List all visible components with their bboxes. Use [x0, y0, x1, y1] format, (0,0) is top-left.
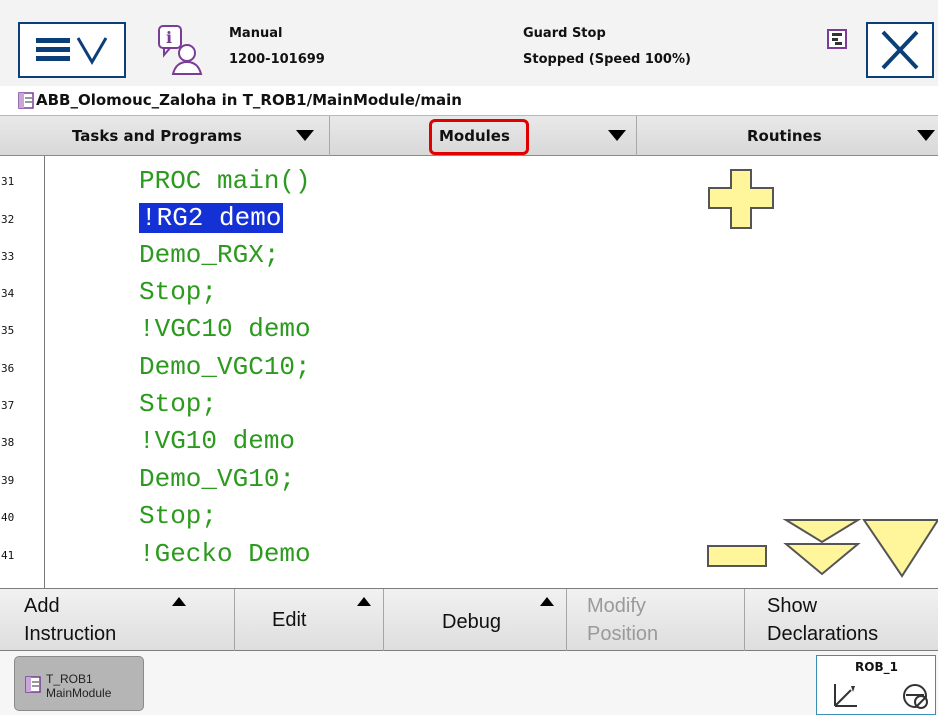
line-number: 41 — [1, 549, 15, 562]
code-line[interactable]: Demo_VGC10; — [139, 352, 311, 382]
mechanical-unit-label: ROB_1 — [855, 660, 898, 674]
line-number: 31 — [1, 175, 15, 188]
tab-routines[interactable]: Routines — [637, 116, 938, 156]
add-instruction-label: Instruction — [24, 623, 117, 645]
page-down-icon[interactable] — [862, 516, 938, 578]
code-line-selected[interactable]: !RG2 demo — [139, 203, 284, 233]
tab-tasks-and-programs[interactable]: Tasks and Programs — [0, 116, 330, 156]
zoom-out-icon[interactable] — [706, 540, 768, 572]
add-instruction-label: Add — [24, 595, 60, 617]
highlight-frame — [429, 119, 529, 155]
line-number: 40 — [1, 511, 15, 524]
dropdown-arrow-icon — [917, 130, 935, 141]
code-line[interactable]: PROC main() — [139, 166, 311, 196]
show-declarations-button[interactable]: Show Declarations — [745, 589, 938, 652]
close-icon — [881, 30, 919, 70]
svg-text:i: i — [166, 28, 172, 47]
menu-up-arrow-icon — [540, 597, 554, 606]
show-declarations-label: Declarations — [767, 623, 879, 645]
taskbar: T_ROB1 MainModule ROB_1 — [0, 651, 938, 715]
debug-button[interactable]: Debug — [384, 589, 567, 652]
line-number: 39 — [1, 474, 15, 487]
line-number: 35 — [1, 324, 15, 337]
edit-label: Edit — [272, 609, 307, 631]
add-instruction-button[interactable]: Add Instruction — [0, 589, 235, 652]
menu-up-arrow-icon — [357, 597, 371, 606]
event-log-icon[interactable]: i — [156, 24, 204, 76]
code-line[interactable]: Demo_VG10; — [139, 464, 295, 494]
modify-position-label: Position — [587, 623, 659, 645]
edit-button[interactable]: Edit — [235, 589, 384, 652]
modify-position-label: Modify — [587, 595, 646, 617]
incremental-off-icon — [903, 684, 928, 709]
dropdown-arrow-icon — [296, 130, 314, 141]
code-line[interactable]: !Gecko Demo — [139, 539, 311, 569]
line-number: 37 — [1, 399, 15, 412]
code-line[interactable]: !VGC10 demo — [139, 314, 311, 344]
module-name: MainModule — [46, 686, 112, 700]
breadcrumb: ABB_Olomouc_Zaloha in T_ROB1/MainModule/… — [0, 86, 938, 116]
task-program-editor[interactable]: T_ROB1 MainModule — [14, 656, 144, 711]
main-menu-button[interactable] — [18, 22, 126, 78]
dropdown-arrow-icon — [608, 130, 626, 141]
show-declarations-label: Show — [767, 595, 818, 617]
program-state: Stopped (Speed 100%) — [523, 52, 691, 67]
menu-up-arrow-icon — [172, 597, 186, 606]
modify-position-button[interactable]: Modify Position — [567, 589, 745, 652]
tab-label: Tasks and Programs — [72, 127, 242, 145]
line-number: 36 — [1, 362, 15, 375]
close-button[interactable] — [866, 22, 934, 78]
tab-label: Routines — [747, 127, 822, 145]
task-name: T_ROB1 — [46, 672, 93, 686]
line-number: 32 — [1, 213, 15, 226]
controller-state: Guard Stop — [523, 26, 606, 41]
controller-id: 1200-101699 — [229, 52, 325, 67]
scroll-down-icon[interactable] — [782, 516, 862, 578]
line-number: 38 — [1, 436, 15, 449]
line-number: 33 — [1, 250, 15, 263]
chevron-down-icon — [76, 37, 108, 65]
operating-mode: Manual — [229, 26, 283, 41]
program-stopped-icon — [827, 29, 847, 49]
debug-label: Debug — [442, 611, 501, 633]
status-bar: i Manual 1200-101699 Guard Stop Stopped … — [0, 0, 938, 86]
code-line[interactable]: !VG10 demo — [139, 426, 295, 456]
program-editor-icon — [18, 92, 34, 109]
quickset-mechanical-unit-button[interactable]: ROB_1 — [816, 655, 936, 715]
line-number: 34 — [1, 287, 15, 300]
breadcrumb-text: ABB_Olomouc_Zaloha in T_ROB1/MainModule/… — [36, 91, 462, 109]
code-line[interactable]: Demo_RGX; — [139, 240, 279, 270]
code-line[interactable]: Stop; — [139, 277, 217, 307]
coordinate-system-icon — [834, 684, 857, 707]
code-line[interactable]: Stop; — [139, 389, 217, 419]
line-number-gutter: 31 32 33 34 35 36 37 38 39 40 41 — [0, 156, 45, 588]
code-line[interactable]: Stop; — [139, 501, 217, 531]
zoom-in-icon[interactable] — [707, 166, 777, 232]
command-bar: Add Instruction Edit Debug Modify Positi… — [0, 588, 938, 652]
program-editor-icon — [25, 676, 41, 693]
